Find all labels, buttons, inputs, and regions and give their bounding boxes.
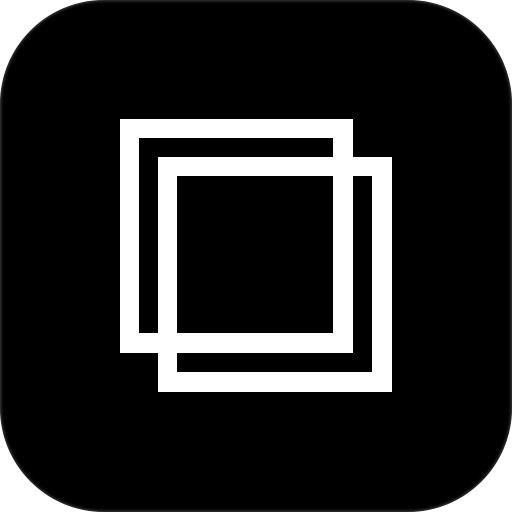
app-icon[interactable] xyxy=(0,0,512,512)
overlapping-squares-icon xyxy=(0,0,512,512)
front-square-outline xyxy=(158,157,392,392)
back-square-outline xyxy=(120,119,353,353)
